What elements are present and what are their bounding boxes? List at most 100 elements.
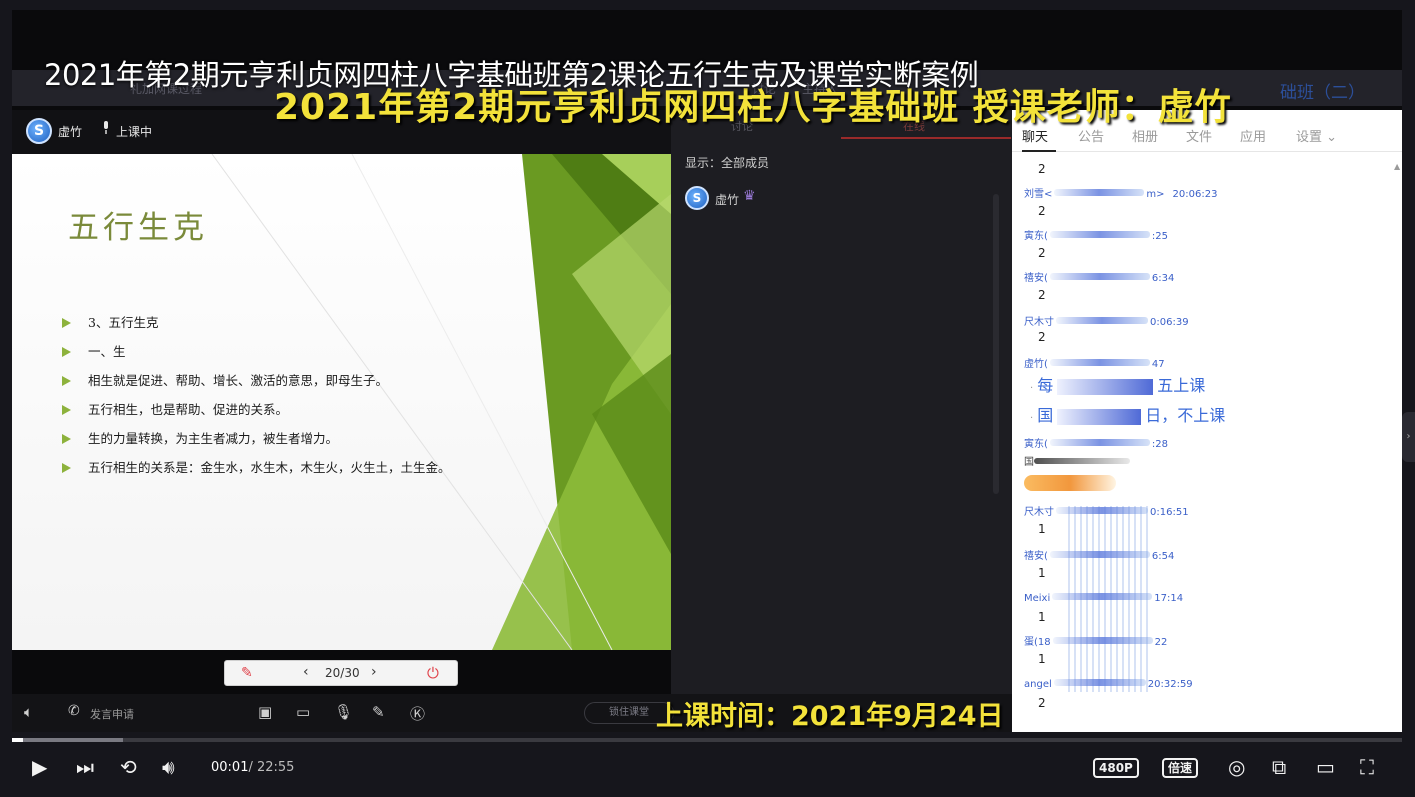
chat-message-header: angel 20:32:59 [1024, 672, 1193, 691]
chat-message-header: 寅东( :28 [1024, 432, 1168, 451]
bullet-dot: · [1030, 413, 1034, 424]
next-slide-button[interactable]: › [371, 664, 377, 680]
chat-sender: angel [1024, 679, 1052, 690]
chat-message-body: 1 [1038, 610, 1046, 624]
teacher-avatar: S [26, 118, 52, 144]
chat-sender: 虚竹( [1024, 359, 1048, 370]
timecode: 00:01/ 22:55 [211, 760, 294, 775]
member-avatar: S [685, 186, 709, 210]
play-icon[interactable]: ▶ [32, 757, 47, 777]
slide-bullet-list: 3、五行生克 一、生 相生就是促进、帮助、增长、激活的意思，即母生子。 五行相生… [62, 314, 522, 488]
teacher-status: 上课中 [116, 125, 153, 139]
redaction-blur [1049, 439, 1150, 446]
member-filter[interactable]: 显示：全部成员 [685, 154, 769, 171]
camera-off-icon[interactable]: ▣ [258, 703, 272, 721]
notice-text-end: 五上课 [1157, 376, 1206, 395]
chat-message-header: 寅东(:25 [1024, 224, 1168, 243]
loop-icon[interactable]: ⟲ [120, 757, 137, 777]
video-frame[interactable]: 礼加网课过程 讨论 主持人 2021年第2期元亨利贞网四柱八字基础班第2课论五行… [12, 10, 1402, 732]
power-icon[interactable]: ⏻ [427, 664, 439, 682]
microphone-icon [104, 121, 108, 134]
volume-icon[interactable]: 🔊︎ [162, 757, 175, 777]
progress-bar[interactable] [12, 738, 1402, 742]
k-icon[interactable]: Ⓚ [410, 703, 425, 724]
chat-panel: 聊天 公告 相册 文件 应用 设置 ⌄ 2 刘雪< m> 20:06:23 2 寅东(:2… [1012, 110, 1402, 732]
redaction-blur [1049, 273, 1150, 280]
slide-bullet: 五行相生，也是帮助、促进的关系。 [62, 401, 522, 419]
member-name: 虚竹 [715, 193, 740, 207]
slide-page-indicator: 20/30 [325, 666, 360, 680]
chat-notice: · 每 五上课 [1030, 372, 1205, 396]
progress-buffered [12, 738, 123, 742]
notice-text-start: 国 [1037, 406, 1054, 425]
redaction-blur [1049, 231, 1150, 238]
prev-slide-button[interactable]: ‹ [303, 664, 309, 680]
slide-bullet: 相生就是促进、帮助、增长、激活的意思，即母生子。 [62, 372, 522, 390]
speak-request-button[interactable]: 发言申请 [90, 706, 134, 722]
redaction-blur [1052, 593, 1153, 600]
slide-bullet: 一、生 [62, 343, 522, 361]
chat-message-header: Meixi 17:14 [1024, 586, 1183, 605]
progress-played [12, 738, 23, 742]
chat-time: 47 [1151, 359, 1165, 370]
members-scrollbar[interactable] [993, 194, 999, 494]
slide-bullet: 3、五行生克 [62, 314, 522, 332]
redaction-blur [1056, 507, 1148, 514]
notice-text-start: 每 [1037, 376, 1054, 395]
danmaku-icon[interactable]: ◎ [1228, 757, 1245, 777]
chat-message-body: 2 [1038, 162, 1046, 176]
chat-time: 20:06:23 [1172, 189, 1218, 200]
chat-sender: 寅东( [1024, 439, 1048, 450]
tab-apps[interactable]: 应用 [1240, 126, 1266, 145]
player-controls: ▶ ⏭ ⟲ 🔊︎ 00:01/ 22:55 480P 倍速 ◎ ⧉ ▭ ⛶ [0, 745, 1415, 797]
chat-sender: Meixi [1024, 593, 1051, 604]
quality-button[interactable]: 480P [1093, 758, 1139, 778]
chat-sender: 尺木寸 [1024, 507, 1054, 518]
chat-message-header: 刘雪< m> 20:06:23 [1024, 182, 1217, 201]
chat-sender-tail: m> [1146, 189, 1165, 200]
chat-redacted-line [1024, 472, 1116, 491]
chat-time: 17:14 [1154, 593, 1184, 604]
chat-time: 20:32:59 [1147, 679, 1193, 690]
chat-redacted-line: 国 [1024, 450, 1130, 469]
redaction-smudge [1034, 457, 1130, 464]
picture-in-picture-icon[interactable]: ⧉ [1272, 757, 1286, 777]
fullscreen-icon[interactable]: ⛶ [1360, 757, 1374, 777]
chat-message-body: 2 [1038, 696, 1046, 710]
current-time: 00:01 [211, 760, 249, 775]
presentation-slide: 五行生克 3、五行生克 一、生 相生就是促进、帮助、增长、激活的意思，即母生子。… [12, 154, 671, 650]
chat-scrollbar[interactable]: ▲ [1394, 162, 1400, 730]
notice-text-end: 日，不上课 [1145, 406, 1226, 425]
chat-time: 0:16:51 [1150, 507, 1189, 518]
redaction-blur [1049, 551, 1150, 558]
chat-message-body: 1 [1038, 566, 1046, 580]
chat-time: 6:54 [1151, 551, 1175, 562]
chat-sender: 禧安( [1024, 551, 1048, 562]
chat-sender: 禧安( [1024, 273, 1048, 284]
side-panel-handle[interactable]: › [1402, 412, 1415, 462]
speed-button[interactable]: 倍速 [1162, 758, 1199, 778]
chat-tab-underline [1022, 150, 1056, 152]
slide-bullet: 生的力量转换，为主生者减力，被生者增力。 [62, 430, 522, 448]
speaker-icon[interactable]: 🔈︎ [24, 703, 33, 721]
screen-share-icon[interactable]: ▭ [296, 703, 310, 721]
chat-message-header: 蛋(18 22 [1024, 630, 1167, 649]
chat-time: 22 [1154, 637, 1168, 648]
wide-mode-icon[interactable]: ▭ [1316, 757, 1335, 777]
tab-settings[interactable]: 设置 ⌄ [1296, 126, 1337, 145]
pen-icon[interactable]: ✎ [241, 665, 253, 681]
chat-message-body: 1 [1038, 652, 1046, 666]
bullet-dot: · [1030, 383, 1034, 394]
teacher-name: 虚竹 [58, 125, 83, 139]
phone-icon[interactable]: ✆ [68, 703, 80, 719]
chat-redacted-text: 国 [1024, 457, 1034, 468]
chat-notice: · 国 日，不上课 [1030, 402, 1225, 426]
scroll-up-icon[interactable]: ▲ [1394, 162, 1400, 171]
edit-icon[interactable]: ✎ [372, 703, 385, 721]
mic-icon[interactable]: 🎙︎ [334, 703, 353, 721]
redaction-blur [1049, 359, 1150, 366]
chat-message-header: 禧安(6:34 [1024, 266, 1174, 285]
chat-time: :28 [1151, 439, 1168, 450]
chat-time: 0:06:39 [1150, 317, 1189, 328]
next-icon[interactable]: ⏭ [76, 757, 94, 777]
